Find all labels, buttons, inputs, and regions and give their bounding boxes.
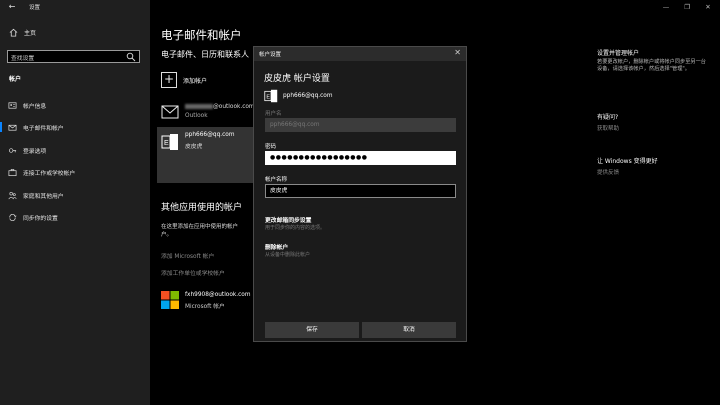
save-button[interactable]: 保存 [265, 322, 359, 338]
account-email: pph666@qq.com [185, 132, 235, 138]
email-icon [8, 124, 17, 131]
dialog-bar-title: 帐户设置 [259, 52, 282, 58]
account-info-icon [8, 101, 17, 109]
sidebar-item-family-users[interactable]: 家庭和其他用户 [0, 186, 150, 204]
delete-account-note: 从设备中删除此帐户 [265, 252, 311, 258]
add-account-label: 添加帐户 [183, 77, 208, 85]
home-link[interactable]: 主页 [9, 28, 36, 37]
ms-account-type: Microsoft 帐户 [185, 304, 225, 310]
dialog-titlebar: 帐户设置 ✕ [254, 47, 466, 61]
redacted-text [185, 104, 213, 109]
cancel-button[interactable]: 取消 [362, 322, 456, 338]
add-account-button[interactable]: + 添加帐户 [161, 72, 207, 88]
account-email: @outlook.com [185, 104, 255, 110]
feedback-link[interactable]: 提供反馈 [597, 168, 619, 176]
sidebar-item-signin-options[interactable]: 登录选项 [0, 141, 150, 159]
section-subtitle: 电子邮件、日历和联系人 [161, 50, 249, 59]
manage-accounts-title: 设置并管理帐户 [597, 50, 640, 57]
mail-icon [161, 105, 179, 119]
account-type: Outlook [185, 113, 208, 119]
dialog-title: 皮皮虎 帐户设置 [264, 74, 330, 84]
account-item-exchange[interactable]: E pph666@qq.com 皮皮虎 [157, 127, 253, 183]
home-label: 主页 [24, 30, 37, 37]
close-icon: ✕ [705, 3, 711, 11]
add-work-account-link[interactable]: 添加工作单位或学校帐户 [161, 268, 225, 277]
search-icon[interactable] [126, 52, 136, 62]
sidebar-item-email-accounts[interactable]: 电子邮件和帐户 [0, 118, 150, 136]
family-icon [8, 191, 17, 199]
sidebar-item-label: 电子邮件和帐户 [23, 125, 64, 132]
sidebar-item-label: 登录选项 [23, 148, 47, 155]
restore-icon: ❐ [684, 3, 690, 11]
dialog-account: E pph666@qq.com [264, 89, 332, 103]
get-help-link[interactable]: 获取帮助 [597, 124, 619, 132]
back-button[interactable]: ← [6, 2, 18, 12]
change-sync-note: 用于同步你的内容的选项。 [265, 225, 326, 231]
account-name-label: 帐户名称 [265, 177, 288, 183]
sidebar-item-label: 帐户信息 [23, 103, 47, 110]
manage-accounts-text: 若要更改帐户，删除帐户或将帐户同步至另一台设备，请选择该帐户，然后选择"管理"。 [597, 59, 706, 72]
plus-icon: + [161, 72, 177, 88]
account-name: 皮皮虎 [185, 144, 203, 150]
search-placeholder: 查找设置 [11, 56, 35, 62]
password-field[interactable]: ●●●●●●●●●●●●●●●●● [265, 151, 456, 165]
back-arrow-icon: ← [8, 2, 16, 11]
dialog-account-email: pph666@qq.com [283, 93, 333, 99]
sidebar-item-label: 家庭和其他用户 [23, 193, 64, 200]
account-name-field[interactable]: 皮皮虎 [265, 184, 456, 198]
sidebar: 主页 查找设置 帐户 帐户信息 电子邮件和帐户 登录选项 连接工作或学校帐户 家… [0, 0, 150, 405]
change-sync-settings-link[interactable]: 更改邮箱同步设置 [265, 215, 311, 224]
sidebar-item-account-info[interactable]: 帐户信息 [0, 96, 150, 114]
home-icon [9, 28, 18, 37]
sidebar-item-sync-settings[interactable]: 同步你的设置 [0, 208, 150, 226]
microsoft-logo-icon [161, 291, 179, 309]
username-field: pph666@qq.com [265, 118, 456, 132]
other-apps-title: 其他应用使用的帐户 [161, 203, 243, 213]
question-title: 有疑问? [597, 114, 619, 121]
account-item-outlook[interactable]: @outlook.com Outlook [157, 100, 255, 124]
briefcase-icon [8, 168, 17, 176]
close-window-button[interactable]: ✕ [696, 2, 720, 12]
other-apps-description: 在这里添加在应用中使用的帐户 户。 [161, 224, 239, 238]
key-icon [8, 147, 17, 153]
svg-text:E: E [164, 140, 169, 147]
ms-account-email: fxh9908@outlook.com [185, 292, 251, 298]
svg-text:E: E [266, 94, 270, 100]
username-label: 用户名 [265, 111, 282, 117]
window-titlebar: ← 设置 — ❐ ✕ [0, 0, 720, 14]
exchange-icon: E [161, 134, 178, 150]
page-title: 电子邮件和帐户 [161, 28, 242, 42]
account-settings-dialog: 帐户设置 ✕ 皮皮虎 帐户设置 E pph666@qq.com 用户名 pph6… [253, 46, 467, 342]
sidebar-item-label: 连接工作或学校帐户 [23, 170, 76, 177]
improve-windows-title: 让 Windows 变得更好 [597, 158, 658, 165]
sidebar-item-label: 同步你的设置 [23, 215, 58, 222]
add-microsoft-account-link[interactable]: 添加 Microsoft 帐户 [161, 251, 214, 260]
sidebar-item-work-school[interactable]: 连接工作或学校帐户 [0, 163, 150, 181]
password-label: 密码 [265, 144, 277, 150]
delete-account-link[interactable]: 删除帐户 [265, 242, 288, 251]
dialog-close-icon[interactable]: ✕ [454, 48, 461, 57]
minimize-icon: — [662, 3, 670, 11]
sync-icon [9, 213, 17, 221]
window-title: 设置 [29, 5, 41, 11]
search-box[interactable]: 查找设置 [7, 50, 140, 63]
section-title: 帐户 [9, 76, 22, 83]
exchange-icon: E [264, 89, 278, 103]
